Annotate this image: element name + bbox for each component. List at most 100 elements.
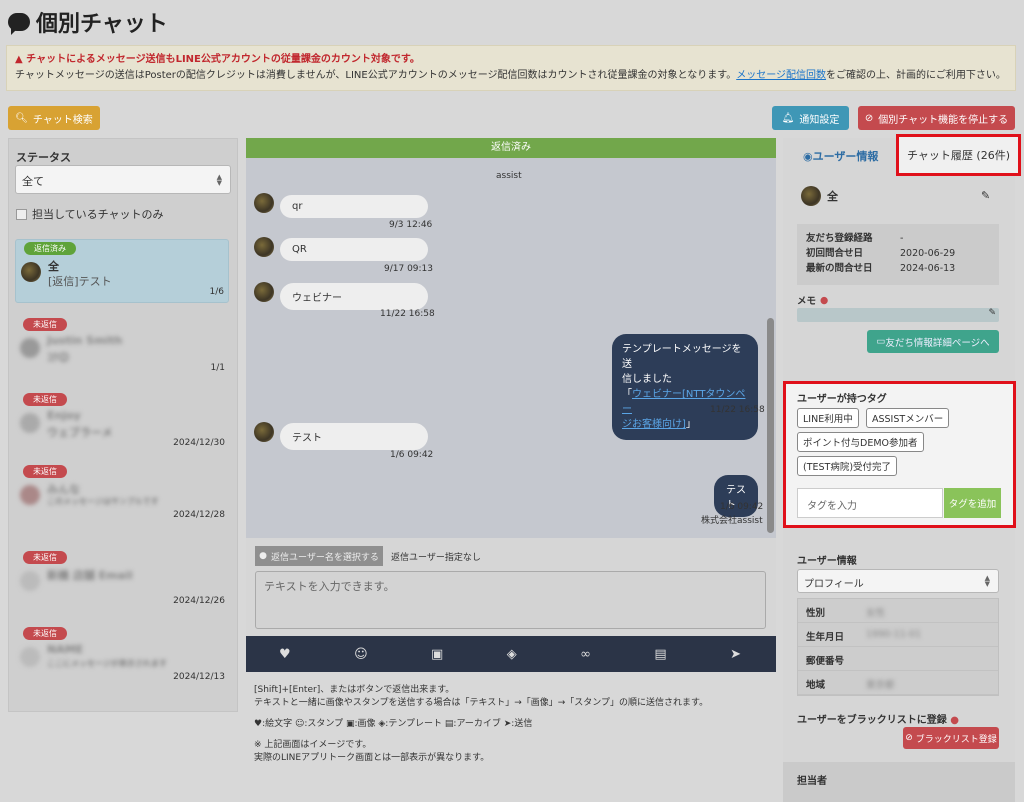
avatar: [20, 338, 40, 358]
edit-icon[interactable]: ✎: [981, 189, 990, 202]
message-time: 9/3 12:46: [389, 220, 433, 230]
status-select[interactable]: 全て ▲ ▼: [15, 165, 231, 194]
add-tag-button[interactable]: タグを追加: [944, 488, 1001, 518]
avatar: [20, 413, 40, 433]
notification-settings-button[interactable]: 🔔︎ 通知設定: [772, 106, 849, 130]
user-icon: ●: [259, 551, 268, 561]
chat-search-button[interactable]: 🔍︎ チャット検索: [8, 106, 100, 130]
tag-input[interactable]: タグを入力: [797, 488, 943, 518]
image-icon[interactable]: ▣: [431, 647, 443, 662]
message-bubble: テスト: [280, 423, 428, 450]
composer-toolbar: ♥ ☺ ▣ ◈ ∞ ▤ ➤: [246, 636, 776, 672]
avatar: [801, 186, 821, 206]
sender-name: 株式会社assist: [701, 516, 763, 526]
archive-icon[interactable]: ▤: [654, 647, 666, 662]
message-area[interactable]: assist qr 9/3 12:46 QR 9/17 09:13 ウェビナー …: [246, 158, 776, 538]
conversation-item[interactable]: 未返信 新機 店舗 Email 2024/12/26: [15, 549, 229, 613]
page-title: 個別チャット: [8, 6, 168, 38]
layers-icon[interactable]: ◈: [507, 647, 517, 662]
select-reply-user-button[interactable]: ● 返信ユーザー名を選択する: [255, 546, 383, 566]
select-arrows-icon: ▲ ▼: [216, 173, 222, 187]
chat-scrollbar[interactable]: [767, 318, 774, 533]
avatar: [20, 647, 40, 667]
message-time: 1/6 09:42: [720, 502, 764, 512]
chat-status-header: 返信済み: [246, 138, 776, 158]
conversation-item[interactable]: 返信済み 全 [返信]テスト 1/6: [15, 239, 229, 303]
table-row: 生年月日 1990-11-01: [798, 623, 998, 647]
checkbox-box[interactable]: [16, 208, 27, 220]
status-badge: 未返信: [23, 465, 67, 478]
conversation-item[interactable]: 未返信 Enjoy ウェブラーメ 2024/12/30: [15, 391, 229, 455]
message-bubble: ウェビナー: [280, 283, 428, 310]
conversation-item[interactable]: 未返信 みんな このメッセージはサンプルです 2024/12/28: [15, 463, 229, 527]
conversation-item[interactable]: 未返信 NAME ここにメッセージが表示されます 2024/12/13: [15, 625, 229, 689]
heart-icon[interactable]: ♥: [279, 647, 291, 662]
info-icon: ●: [950, 715, 960, 726]
table-row: 性別 女性: [798, 599, 998, 623]
only-mine-checkbox[interactable]: 担当しているチャットのみ: [16, 206, 164, 222]
reply-user-status: 返信ユーザー指定なし: [391, 553, 481, 563]
status-badge: 未返信: [23, 551, 67, 564]
reply-composer: ● 返信ユーザー名を選択する 返信ユーザー指定なし テキストを入力できます。: [246, 538, 776, 638]
user-name: 全: [801, 186, 838, 206]
status-label: ステータス: [16, 151, 71, 164]
staff-section: 担当者: [783, 762, 1015, 802]
avatar: [20, 571, 40, 591]
billing-notice: ▲ チャットによるメッセージ送信もLINE公式アカウントの従量課金のカウント対象…: [6, 45, 1016, 91]
avatar: [254, 282, 274, 302]
help-text: [Shift]+[Enter]、またはボタンで返信出来ます。 テキストと一緒に画…: [254, 685, 709, 763]
message-count-link[interactable]: メッセージ配信回数: [736, 70, 826, 81]
template-link[interactable]: ジお客様向け]: [622, 419, 686, 430]
avatar: [20, 485, 40, 505]
memo-label: メモ ●: [797, 294, 829, 308]
status-badge: 未返信: [23, 318, 67, 331]
link-icon[interactable]: ∞: [580, 647, 591, 662]
warning-icon: ▲: [15, 54, 27, 65]
chat-panel: 返信済み assist qr 9/3 12:46 QR 9/17 09:13 ウ…: [246, 138, 776, 672]
profile-select[interactable]: プロフィール ▲ ▼: [797, 569, 999, 593]
ban-icon: ⊘: [864, 112, 874, 124]
tab-user-info[interactable]: ◉ユーザー情報: [803, 148, 878, 164]
tag[interactable]: ASSISTメンバー: [866, 408, 950, 428]
blacklist-button[interactable]: ⊘ ブラックリスト登録: [903, 727, 999, 749]
message-time: 1/6 09:42: [390, 450, 434, 460]
conversation-item[interactable]: 未返信 Justin Smith ｺｸ😊 1/1: [15, 316, 229, 380]
user-tags-box: ユーザーが持つタグ LINE利用中 ASSISTメンバー ポイント付与DEMO参…: [783, 381, 1016, 528]
memo-field[interactable]: ✎: [797, 308, 999, 322]
table-row: 地域 東京都: [798, 671, 998, 695]
chat-bubble-icon: [8, 13, 30, 35]
template-message-bubble: テンプレートメッセージを送 信しました 「ウェビナー[NTTタウンペー ジお客様…: [612, 334, 758, 440]
message-time: 11/22 16:58: [710, 405, 765, 415]
avatar: [254, 422, 274, 442]
user-summary: 友だち登録経路 - 初回問合せ日 2020-06-29 最新の問合せ日 2024-06…: [797, 224, 999, 285]
tab-chat-history[interactable]: チャット履歴 (26件): [896, 134, 1021, 176]
avatar: [21, 262, 41, 282]
friend-detail-button[interactable]: ▭ 友だち情報詳細ページへ: [867, 330, 999, 353]
smiley-icon[interactable]: ☺: [354, 647, 368, 662]
search-icon: 🔍︎: [15, 112, 28, 124]
tag[interactable]: ポイント付与DEMO参加者: [797, 432, 924, 452]
tag[interactable]: (TEST病院)受付完了: [797, 456, 898, 476]
user-info-title: ユーザー情報: [797, 556, 857, 567]
tags-title: ユーザーが持つタグ: [797, 394, 887, 405]
status-badge: 返信済み: [24, 242, 76, 255]
message-time: 9/17 09:13: [384, 264, 434, 274]
send-icon[interactable]: ➤: [730, 647, 741, 662]
blacklist-title: ユーザーをブラックリストに登録 ●: [797, 715, 960, 726]
avatar: [254, 237, 274, 257]
conversation-list-panel: ステータス 全て ▲ ▼ 担当しているチャットのみ 返信済み 全 [返信]テスト 1…: [8, 138, 238, 712]
profile-table: 性別 女性 生年月日 1990-11-01 郵便番号 地域 東京都: [797, 598, 999, 696]
info-icon: ●: [820, 294, 829, 306]
select-arrows-icon: ▲ ▼: [984, 574, 990, 588]
tag[interactable]: LINE利用中: [797, 408, 859, 428]
memo-edit-icon[interactable]: ✎: [988, 308, 996, 318]
message-bubble: qr: [280, 195, 428, 218]
message-time: 11/22 16:58: [380, 309, 435, 319]
avatar: [254, 193, 274, 213]
stop-chat-button[interactable]: ⊘ 個別チャット機能を停止する: [858, 106, 1015, 130]
bell-icon: 🔔︎: [781, 112, 795, 124]
message-bubble: QR: [280, 238, 428, 261]
id-card-icon: ▭: [876, 336, 886, 347]
message-input[interactable]: テキストを入力できます。: [255, 571, 766, 629]
ban-icon: ⊘: [905, 733, 913, 743]
